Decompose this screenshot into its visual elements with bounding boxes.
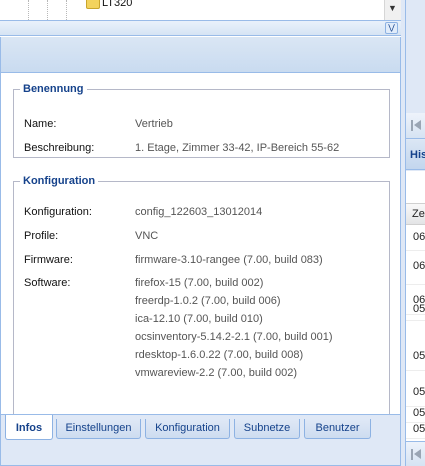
- software-item: ocsinventory-5.14.2-2.1 (7.00, build 001…: [135, 331, 333, 343]
- software-item: rdesktop-1.6.0.22 (7.00, build 008): [135, 349, 304, 361]
- tab-subnetze[interactable]: Subnetze: [234, 419, 300, 439]
- history-cell[interactable]: 05: [406, 341, 425, 371]
- tree-connector-line: [47, 0, 48, 20]
- benennung-legend: Benennung: [23, 83, 84, 95]
- history-bottom-toolbar: [406, 441, 425, 466]
- name-value: Vertrieb: [135, 118, 173, 130]
- history-cell[interactable]: 05: [406, 419, 425, 439]
- konfiguration-value: config_122603_13012014: [135, 206, 263, 218]
- collapse-down-icon[interactable]: ⋁: [385, 22, 398, 34]
- group-tree: LT320 ▼: [0, 0, 401, 20]
- software-list: firefox-15 (7.00, build 002) freerdp-1.0…: [135, 274, 333, 382]
- split-collapse-bar: ⋁: [0, 20, 401, 36]
- firmware-value: firmware-3.10-rangee (7.00, build 083): [135, 254, 323, 266]
- tree-item-label[interactable]: LT320: [102, 0, 132, 9]
- tab-infos[interactable]: Infos: [5, 415, 53, 440]
- konfiguration-label: Konfiguration:: [24, 206, 92, 218]
- beschreibung-value: 1. Etage, Zimmer 33-42, IP-Bereich 55-62: [135, 142, 340, 154]
- first-page-icon[interactable]: [411, 449, 421, 460]
- software-item: freerdp-1.0.2 (7.00, build 006): [135, 295, 281, 307]
- software-item: vmwareview-2.2 (7.00, build 002): [135, 367, 298, 379]
- name-label: Name:: [24, 118, 57, 130]
- detail-panel-body: Benennung Name: Vertrieb Beschreibung: 1…: [0, 73, 401, 465]
- history-panel-title: His: [406, 140, 425, 170]
- history-panel: His Ze 06 06 06 05 05 05 05 05: [405, 0, 425, 466]
- history-cell[interactable]: 05: [406, 297, 425, 321]
- software-item: firefox-15 (7.00, build 002): [135, 277, 264, 289]
- detail-tab-bar: Infos Einstellungen Konfiguration Subnet…: [0, 414, 401, 466]
- benennung-fieldset: Benennung Name: Vertrieb Beschreibung: 1…: [13, 83, 390, 158]
- profile-value: VNC: [135, 230, 159, 242]
- beschreibung-label: Beschreibung:: [24, 142, 95, 154]
- history-cell[interactable]: 06: [406, 227, 425, 251]
- software-item: ica-12.10 (7.00, build 010): [135, 313, 263, 325]
- firmware-label: Firmware:: [24, 254, 73, 266]
- history-column-header[interactable]: Ze: [406, 203, 425, 225]
- tree-connector-line: [66, 0, 67, 20]
- history-grid: Ze 06 06 06 05 05 05 05 05: [406, 171, 425, 441]
- software-label: Software:: [24, 277, 71, 289]
- konfiguration-legend: Konfiguration: [23, 175, 96, 187]
- tree-scrollbar[interactable]: ▼: [384, 0, 401, 20]
- detail-panel-header: [0, 37, 401, 73]
- tab-benutzer[interactable]: Benutzer: [304, 419, 371, 439]
- history-top-toolbar: [406, 113, 425, 139]
- tab-einstellungen[interactable]: Einstellungen: [56, 419, 141, 439]
- folder-icon: [86, 0, 100, 9]
- tab-konfiguration[interactable]: Konfiguration: [145, 419, 230, 439]
- history-cell[interactable]: 06: [406, 251, 425, 285]
- first-page-icon[interactable]: [411, 120, 421, 131]
- tree-connector-line: [28, 0, 29, 20]
- profile-label: Profile:: [24, 230, 59, 242]
- scroll-down-arrow-icon[interactable]: ▼: [388, 4, 397, 13]
